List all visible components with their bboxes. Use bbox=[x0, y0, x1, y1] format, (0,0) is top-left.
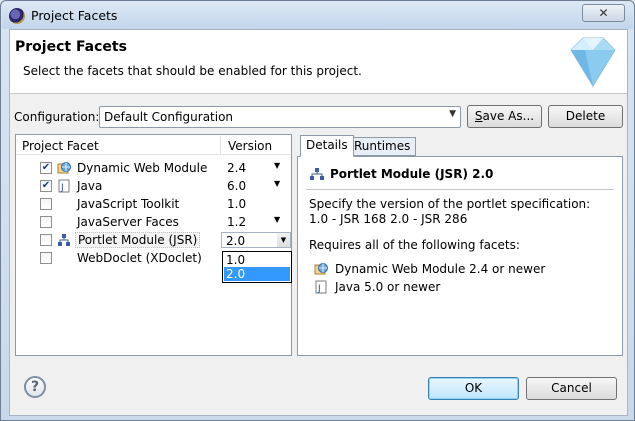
checkbox-javascript-toolkit[interactable] bbox=[40, 198, 52, 210]
facet-name: JavaServer Faces bbox=[77, 215, 179, 229]
chevron-down-icon[interactable]: ▼ bbox=[274, 161, 280, 170]
portlet-icon bbox=[310, 168, 324, 180]
facet-version: 2.4 bbox=[227, 161, 247, 175]
java-file-icon: J bbox=[315, 280, 327, 294]
version-combo-value: 2.0 bbox=[226, 234, 246, 248]
help-icon[interactable]: ? bbox=[24, 376, 46, 398]
chevron-down-icon[interactable]: ▼ bbox=[274, 215, 280, 224]
java-icon: J bbox=[58, 179, 70, 193]
facet-name: WebDoclet (XDoclet) bbox=[77, 251, 202, 265]
save-as-label: ave As... bbox=[482, 109, 535, 123]
facet-name: Java bbox=[77, 179, 103, 193]
details-tabs: Details Runtimes Portlet Module (JSR) 2.… bbox=[297, 134, 623, 356]
chevron-down-icon: ▼ bbox=[449, 109, 456, 119]
ok-button[interactable]: OK bbox=[428, 377, 519, 400]
configuration-value: Default Configuration bbox=[104, 110, 234, 124]
dialog-client-area: Project Facets Select the facets that sh… bbox=[9, 29, 628, 416]
table-header: Project Facet Version bbox=[16, 135, 291, 155]
eclipse-icon bbox=[9, 8, 25, 24]
checkbox-dynamic-web-module[interactable]: ✔ bbox=[40, 162, 52, 174]
requirement-text: Java 5.0 or newer bbox=[335, 280, 441, 294]
tab-runtimes[interactable]: Runtimes bbox=[348, 137, 417, 156]
facet-table: Project Facet Version ✔ Dynamic Web Modu… bbox=[15, 134, 292, 356]
table-row[interactable]: Portlet Module (JSR) 2.0 ▼ bbox=[16, 231, 291, 249]
facet-version: 1.2 bbox=[227, 215, 247, 229]
tab-details[interactable]: Details bbox=[300, 135, 354, 157]
requirements-label: Requires all of the following facets: bbox=[309, 238, 520, 252]
header-banner: Project Facets Select the facets that sh… bbox=[10, 30, 627, 94]
facet-name: JavaScript Toolkit bbox=[77, 197, 180, 211]
save-as-button[interactable]: Save As... bbox=[467, 105, 542, 128]
delete-button[interactable]: Delete bbox=[548, 105, 623, 128]
configuration-label: Configuration: bbox=[14, 110, 100, 124]
window-title: Project Facets bbox=[31, 8, 118, 23]
details-description: Specify the version of the portlet speci… bbox=[309, 197, 591, 226]
checkbox-javaserver-faces[interactable] bbox=[40, 216, 52, 228]
column-version[interactable]: Version bbox=[228, 139, 272, 153]
cancel-button[interactable]: Cancel bbox=[526, 377, 617, 400]
divider bbox=[306, 189, 614, 190]
checkbox-portlet-module[interactable] bbox=[40, 234, 52, 246]
column-project-facet[interactable]: Project Facet bbox=[22, 139, 99, 153]
portlet-icon bbox=[58, 234, 70, 246]
web-module-icon bbox=[57, 162, 71, 174]
dialog-window: Project Facets ✕ Project Facets Select t… bbox=[0, 0, 635, 421]
facet-name: Dynamic Web Module bbox=[77, 161, 208, 175]
details-panel: Portlet Module (JSR) 2.0 Specify the ver… bbox=[297, 156, 623, 356]
configuration-select[interactable]: Default Configuration ▼ bbox=[99, 106, 461, 128]
table-row[interactable]: ✔ J Java 6.0 ▼ bbox=[16, 177, 291, 195]
table-row[interactable]: JavaServer Faces 1.2 ▼ bbox=[16, 213, 291, 231]
checkbox-webdoclet[interactable] bbox=[40, 252, 52, 264]
close-button[interactable]: ✕ bbox=[582, 4, 625, 22]
svg-text:J: J bbox=[60, 183, 64, 193]
facet-version: 6.0 bbox=[227, 179, 247, 193]
checkbox-java[interactable]: ✔ bbox=[40, 180, 52, 192]
requirement-text: Dynamic Web Module 2.4 or newer bbox=[335, 262, 546, 276]
title-bar: Project Facets ✕ bbox=[2, 2, 633, 29]
chevron-down-icon[interactable]: ▼ bbox=[274, 179, 280, 188]
details-title: Portlet Module (JSR) 2.0 bbox=[330, 167, 494, 181]
page-description: Select the facets that should be enabled… bbox=[23, 64, 362, 78]
version-option[interactable]: 2.0 bbox=[224, 267, 290, 281]
version-option[interactable]: 1.0 bbox=[224, 253, 290, 267]
chevron-down-icon[interactable]: ▼ bbox=[277, 233, 290, 247]
table-row[interactable]: ✔ Dynamic Web Module 2.4 ▼ bbox=[16, 159, 291, 177]
table-row[interactable]: JavaScript Toolkit 1.0 bbox=[16, 195, 291, 213]
version-combo[interactable]: 2.0 ▼ bbox=[221, 232, 291, 248]
svg-text:J: J bbox=[317, 284, 321, 294]
version-dropdown-list: 1.0 2.0 bbox=[222, 251, 292, 283]
page-title: Project Facets bbox=[15, 39, 127, 55]
facet-version: 1.0 bbox=[227, 197, 247, 211]
diamond-icon bbox=[570, 37, 616, 87]
web-module-icon bbox=[314, 263, 328, 275]
column-divider[interactable] bbox=[220, 136, 221, 154]
facet-name: Portlet Module (JSR) bbox=[75, 232, 201, 248]
